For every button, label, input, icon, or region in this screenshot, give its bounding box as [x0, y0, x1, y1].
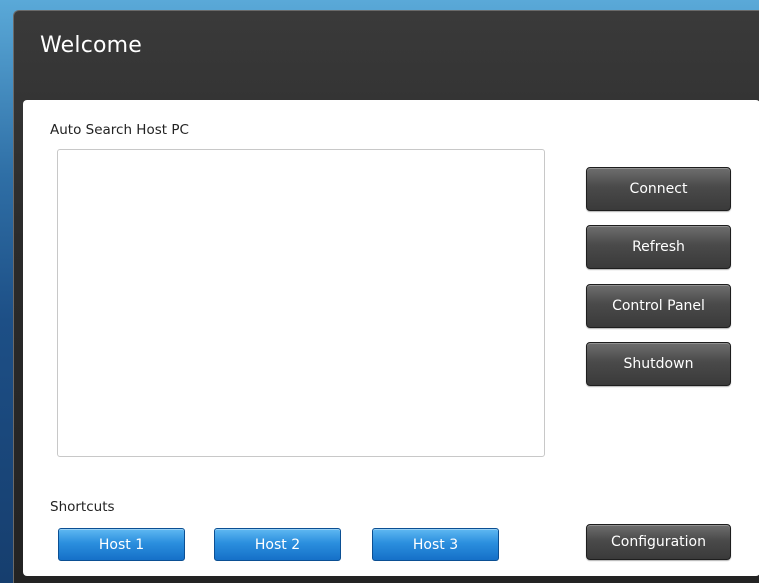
shortcut-host-1-button[interactable]: Host 1 — [58, 528, 185, 561]
shortcut-host-2-button[interactable]: Host 2 — [214, 528, 341, 561]
shortcuts-label: Shortcuts — [50, 499, 115, 515]
shortcut-host-3-button[interactable]: Host 3 — [372, 528, 499, 561]
configuration-button[interactable]: Configuration — [586, 524, 731, 560]
welcome-window: Welcome Auto Search Host PC Connect Refr… — [13, 10, 759, 583]
window-title: Welcome — [40, 33, 143, 58]
host-pc-list[interactable] — [57, 149, 545, 457]
refresh-button[interactable]: Refresh — [586, 225, 731, 269]
shutdown-button[interactable]: Shutdown — [586, 342, 731, 386]
control-panel-button[interactable]: Control Panel — [586, 284, 731, 328]
main-panel: Auto Search Host PC Connect Refresh Cont… — [23, 100, 759, 576]
connect-button[interactable]: Connect — [586, 167, 731, 211]
auto-search-label: Auto Search Host PC — [50, 122, 189, 138]
